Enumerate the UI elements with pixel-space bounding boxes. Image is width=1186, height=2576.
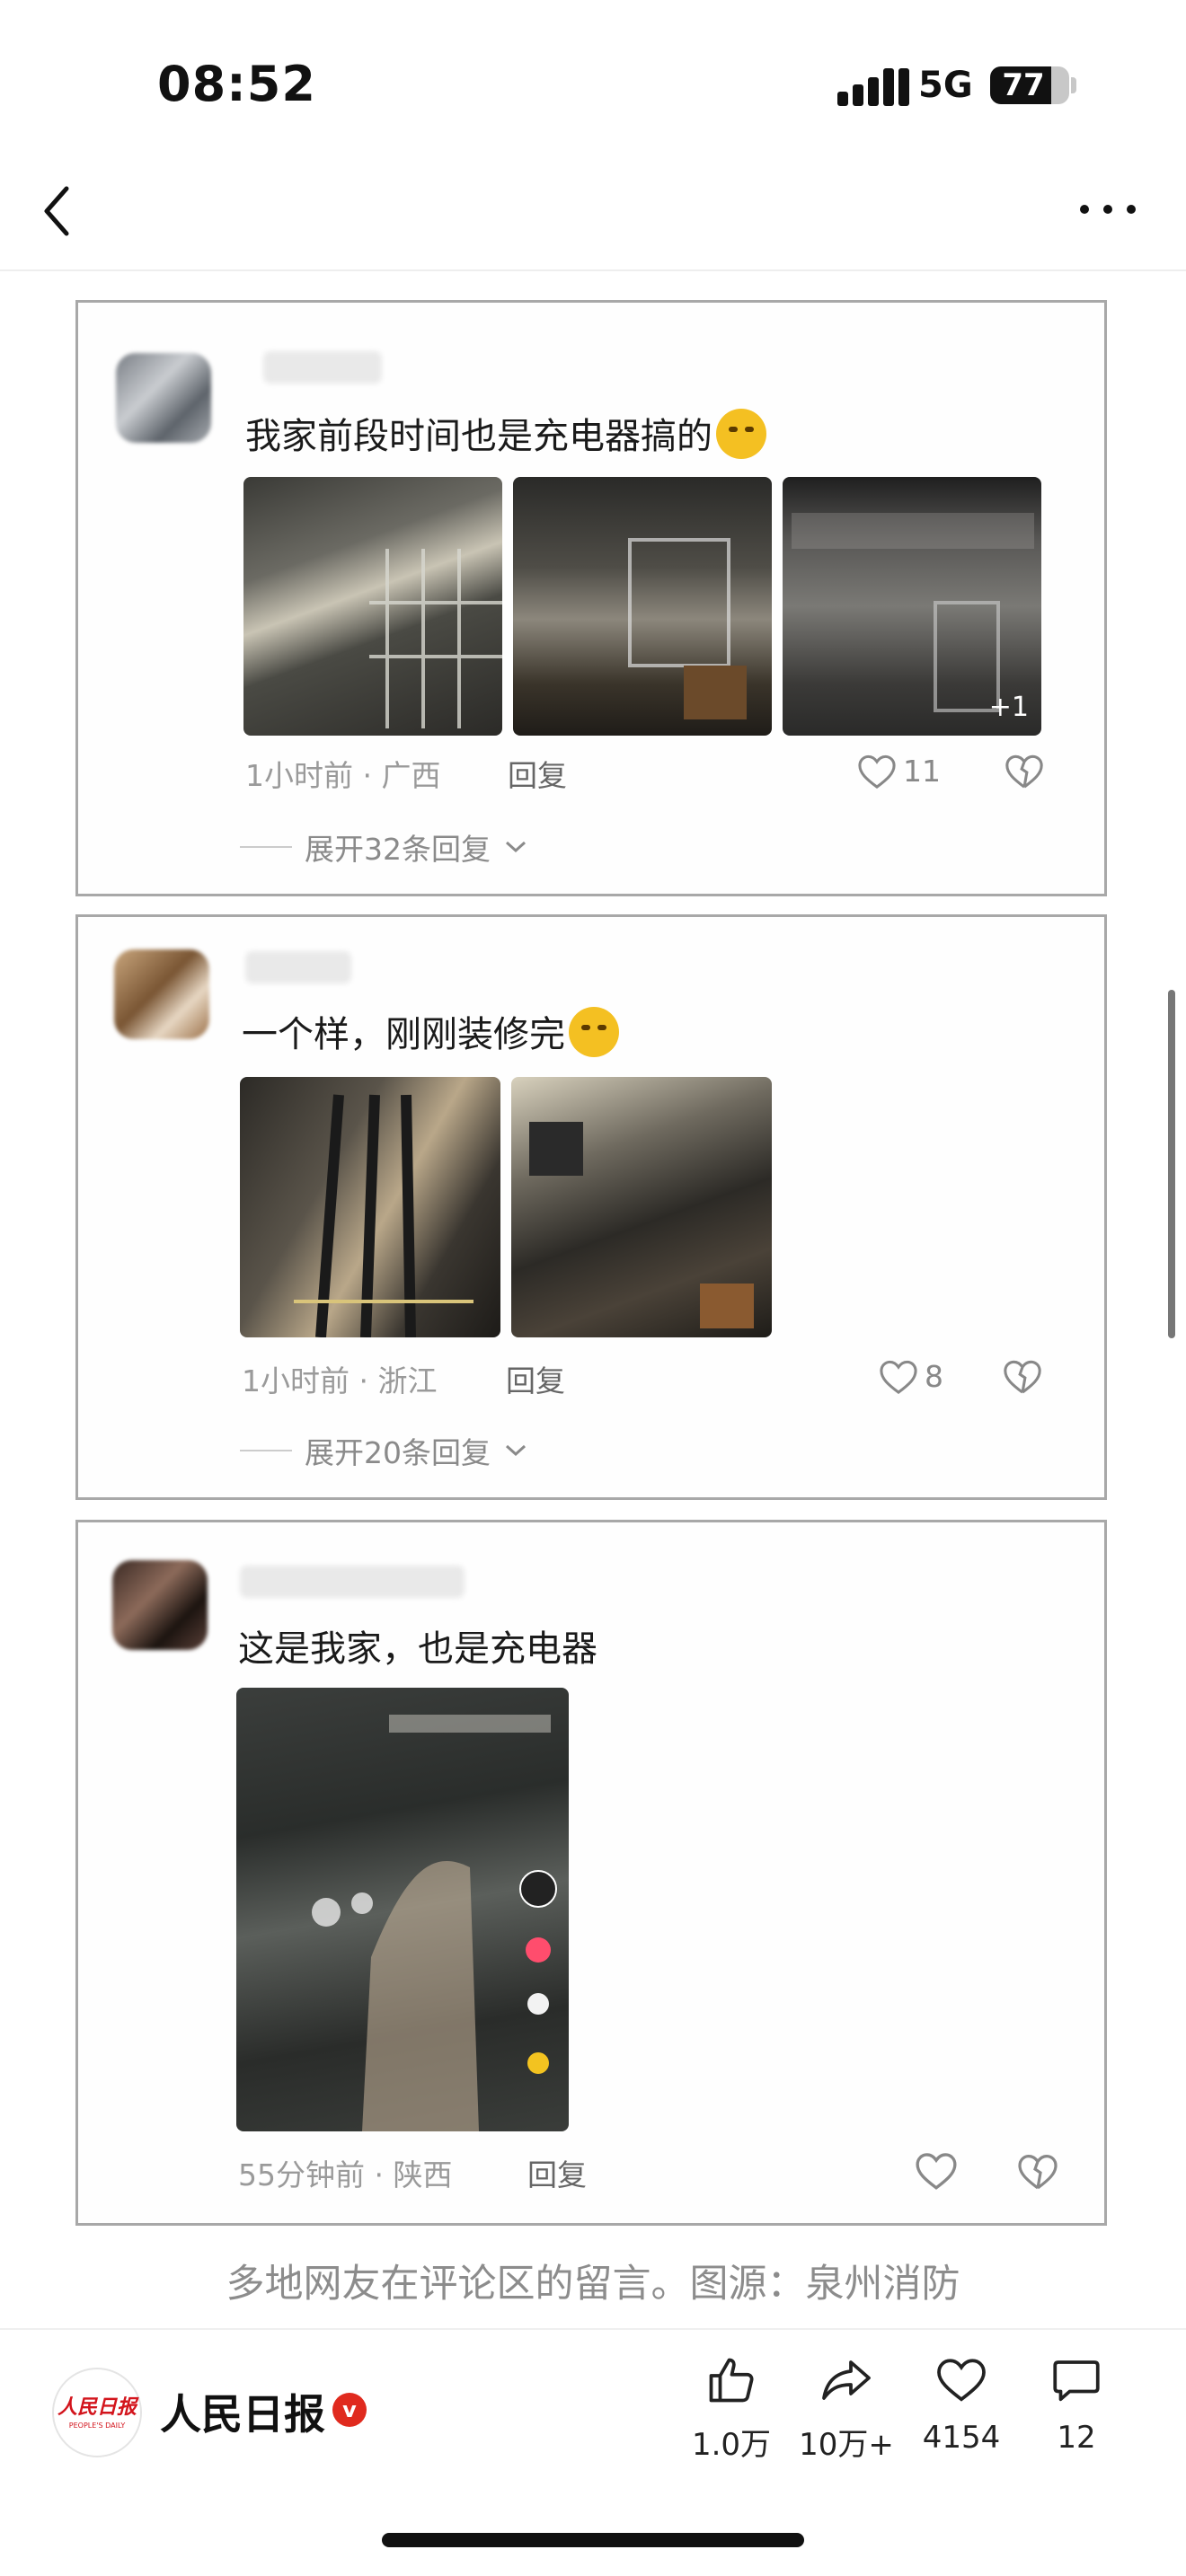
reply-button[interactable]: 回复 bbox=[527, 2151, 587, 2194]
chevron-left-icon bbox=[44, 186, 69, 236]
more-photos-badge: +1 bbox=[988, 692, 1029, 723]
home-indicator[interactable] bbox=[382, 2533, 804, 2547]
broken-heart-icon bbox=[1005, 754, 1043, 789]
username-blurred[interactable] bbox=[240, 1566, 465, 1598]
comment-time-location: 1小时前 · 浙江 bbox=[242, 1363, 438, 1398]
chevron-down-icon bbox=[505, 841, 527, 853]
heart-icon bbox=[916, 2153, 957, 2190]
sad-face-emoji-icon bbox=[569, 1007, 619, 1057]
battery-cap bbox=[1071, 77, 1076, 93]
image-caption: 多地网友在评论区的留言。图源：泉州消防 bbox=[226, 2262, 960, 2307]
expand-replies-button[interactable]: 展开32条回复 bbox=[240, 825, 528, 869]
username-blurred[interactable] bbox=[245, 951, 351, 984]
username-blurred[interactable] bbox=[263, 351, 382, 384]
crying-face-emoji-icon bbox=[716, 409, 766, 459]
ellipsis-icon bbox=[1080, 205, 1089, 214]
share-count: 10万+ bbox=[799, 2427, 894, 2463]
avatar[interactable] bbox=[114, 949, 209, 1039]
broken-heart-icon bbox=[1004, 1360, 1041, 1394]
reply-button[interactable]: 回复 bbox=[506, 1357, 565, 1400]
comment-button[interactable]: 12 bbox=[1013, 2353, 1139, 2456]
comment-photo[interactable] bbox=[240, 1077, 500, 1337]
comment-photo[interactable] bbox=[243, 477, 502, 736]
signal-icon bbox=[837, 68, 909, 106]
comment-photo[interactable] bbox=[511, 1077, 772, 1337]
comment-time-location: 55分钟前 · 陕西 bbox=[238, 2157, 453, 2192]
battery-icon: 77 bbox=[990, 66, 1069, 104]
like-button[interactable] bbox=[914, 2148, 964, 2192]
heart-icon bbox=[858, 754, 896, 790]
favorite-button[interactable]: 4154 bbox=[898, 2353, 1024, 2456]
broken-heart-icon bbox=[1018, 2154, 1058, 2190]
comment-card: 我家前段时间也是充电器搞的 +1 1小时前 · 广西 回复 11 展开32条回复 bbox=[75, 300, 1107, 896]
comment-card: 这是我家，也是充电器 55分钟前 · 陕西 回复 bbox=[75, 1520, 1107, 2226]
network-type: 5G bbox=[918, 65, 973, 106]
bottom-divider bbox=[0, 2328, 1186, 2330]
chevron-down-icon bbox=[505, 1444, 527, 1457]
publisher-logo[interactable]: 人民日报 PEOPLE'S DAILY bbox=[52, 2368, 142, 2457]
like-article-button[interactable]: 1.0万 bbox=[668, 2353, 794, 2464]
like-count: 1.0万 bbox=[691, 2427, 772, 2463]
thumbs-up-icon bbox=[709, 2358, 754, 2403]
like-count: 11 bbox=[903, 753, 941, 789]
like-button[interactable]: 8 bbox=[878, 1354, 943, 1398]
expand-replies-button[interactable]: 展开20条回复 bbox=[240, 1429, 528, 1472]
comment-photo[interactable] bbox=[513, 477, 772, 736]
comment-photo[interactable] bbox=[236, 1688, 569, 2131]
status-bar: 08:52 5G 77 bbox=[0, 0, 1186, 171]
comment-count: 12 bbox=[1057, 2420, 1096, 2456]
comment-card: 一个样，刚刚装修完 1小时前 · 浙江 回复 8 展开20条回复 bbox=[75, 914, 1107, 1500]
nav-divider bbox=[0, 269, 1186, 271]
comment-time-location: 1小时前 · 广西 bbox=[245, 758, 441, 793]
share-button[interactable]: 10万+ bbox=[783, 2353, 909, 2464]
heart-icon bbox=[880, 1360, 917, 1395]
dislike-button[interactable] bbox=[1004, 750, 1045, 791]
comment-icon bbox=[1053, 2360, 1100, 2402]
comment-photo[interactable]: +1 bbox=[783, 477, 1041, 736]
status-time: 08:52 bbox=[157, 56, 316, 112]
comment-text: 我家前段时间也是充电器搞的 bbox=[245, 407, 766, 459]
dislike-button[interactable] bbox=[1016, 2149, 1058, 2191]
comment-text: 一个样，刚刚装修完 bbox=[242, 1005, 619, 1057]
avatar[interactable] bbox=[116, 353, 211, 443]
avatar[interactable] bbox=[112, 1560, 208, 1650]
back-button[interactable] bbox=[32, 180, 86, 243]
verified-badge-icon: v bbox=[332, 2393, 367, 2427]
share-icon bbox=[822, 2360, 871, 2400]
favorite-count: 4154 bbox=[922, 2420, 1001, 2456]
reply-button[interactable]: 回复 bbox=[508, 752, 567, 795]
scrollbar[interactable] bbox=[1168, 990, 1175, 1338]
battery-level: 77 bbox=[1002, 67, 1045, 103]
dislike-button[interactable] bbox=[1002, 1355, 1043, 1397]
heart-icon bbox=[937, 2359, 986, 2402]
comment-text: 这是我家，也是充电器 bbox=[238, 1628, 597, 1670]
publisher-name[interactable]: 人民日报 bbox=[160, 2382, 325, 2441]
like-button[interactable]: 11 bbox=[856, 748, 941, 793]
like-count: 8 bbox=[925, 1358, 943, 1394]
more-button[interactable] bbox=[1075, 190, 1143, 230]
